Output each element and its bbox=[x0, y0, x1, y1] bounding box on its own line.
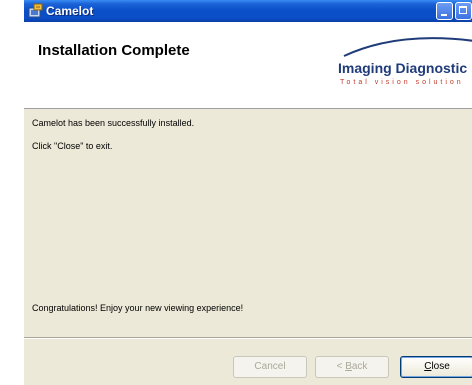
back-label-mnemonic: B bbox=[345, 361, 352, 372]
back-button[interactable]: < Back bbox=[315, 356, 389, 378]
success-message: Camelot has been successfully installed. bbox=[32, 118, 195, 128]
cancel-button[interactable]: Cancel bbox=[233, 356, 307, 378]
logo-name: Imaging Diagnostic bbox=[338, 60, 468, 76]
cancel-label: Cancel bbox=[254, 361, 286, 372]
exit-instruction: Click "Close" to exit. bbox=[32, 141, 113, 151]
header-banner: Installation Complete Imaging Diagnostic… bbox=[24, 22, 472, 109]
back-label-prefix: < bbox=[336, 361, 346, 372]
back-label-rest: ack bbox=[351, 361, 368, 372]
maximize-icon bbox=[459, 6, 467, 14]
minimize-button[interactable] bbox=[436, 2, 453, 20]
title-bar[interactable]: Camelot bbox=[24, 0, 472, 22]
minimize-icon bbox=[441, 14, 447, 16]
footer-divider bbox=[24, 337, 472, 339]
installer-icon bbox=[28, 3, 43, 18]
installer-window: Camelot Installation Complete Imaging Di… bbox=[24, 0, 472, 385]
maximize-button[interactable] bbox=[455, 2, 472, 20]
company-logo: Imaging Diagnostic Total vision solution bbox=[334, 32, 472, 102]
window-title: Camelot bbox=[46, 4, 94, 18]
logo-arc-icon bbox=[343, 37, 472, 57]
logo-tagline: Total vision solution bbox=[340, 79, 464, 86]
congratulations-message: Congratulations! Enjoy your new viewing … bbox=[32, 303, 244, 313]
page-title: Installation Complete bbox=[38, 42, 190, 59]
close-button[interactable]: Close bbox=[400, 356, 472, 378]
close-label-rest: lose bbox=[431, 361, 450, 372]
